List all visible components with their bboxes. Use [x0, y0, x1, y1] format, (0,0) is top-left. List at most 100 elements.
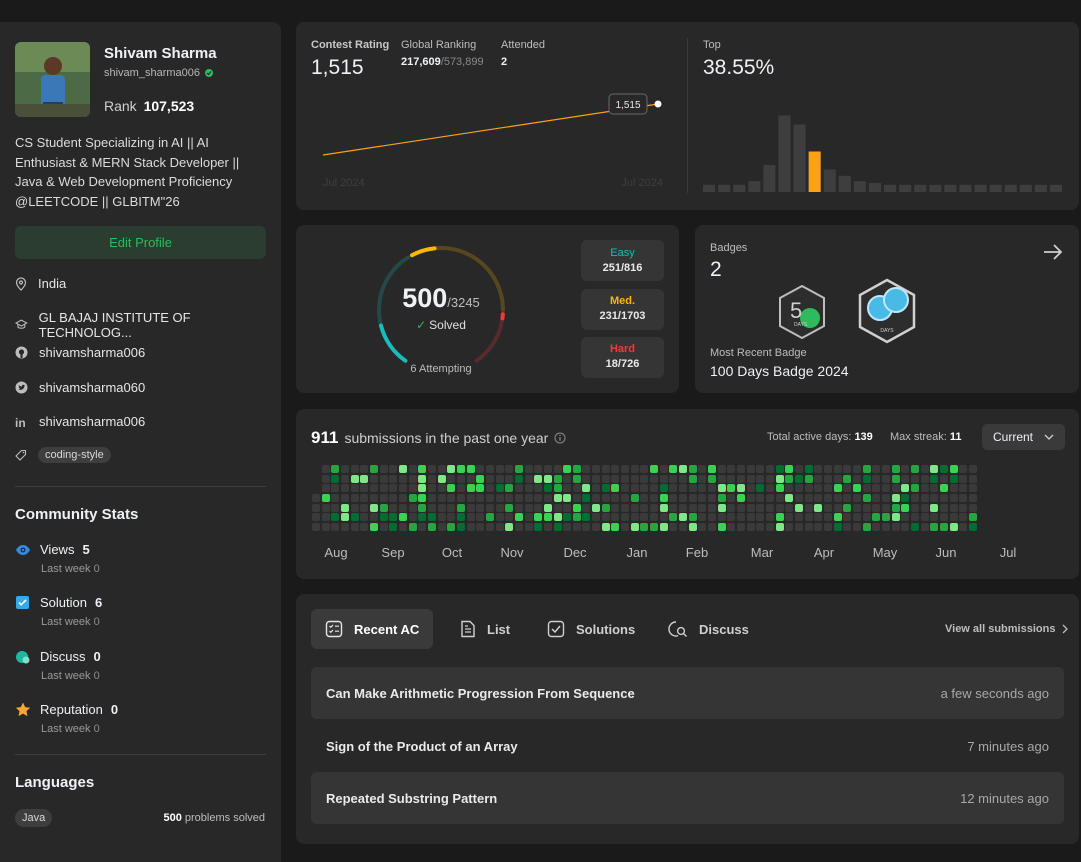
- heatmap-cell[interactable]: [747, 504, 755, 512]
- heatmap-cell[interactable]: [959, 513, 967, 521]
- heatmap-cell[interactable]: [370, 494, 378, 502]
- heatmap-cell[interactable]: [592, 494, 600, 502]
- heatmap-cell[interactable]: [582, 513, 590, 521]
- heatmap-cell[interactable]: [940, 504, 948, 512]
- heatmap-cell[interactable]: [631, 523, 639, 531]
- heatmap-cell[interactable]: [863, 494, 871, 502]
- heatmap-cell[interactable]: [679, 523, 687, 531]
- heatmap-cell[interactable]: [950, 523, 958, 531]
- heatmap-cell[interactable]: [901, 494, 909, 502]
- heatmap-cell[interactable]: [669, 475, 677, 483]
- histogram-bar[interactable]: [703, 185, 715, 192]
- heatmap-cell[interactable]: [708, 475, 716, 483]
- heatmap-cell[interactable]: [824, 484, 832, 492]
- heatmap-cell[interactable]: [505, 513, 513, 521]
- heatmap-cell[interactable]: [505, 475, 513, 483]
- heatmap-cell[interactable]: [727, 504, 735, 512]
- heatmap-cell[interactable]: [331, 475, 339, 483]
- heatmap-cell[interactable]: [834, 494, 842, 502]
- heatmap-cell[interactable]: [525, 475, 533, 483]
- heatmap-cell[interactable]: [592, 513, 600, 521]
- heatmap-cell[interactable]: [351, 475, 359, 483]
- heatmap-cell[interactable]: [476, 504, 484, 512]
- heatmap-cell[interactable]: [602, 504, 610, 512]
- heatmap-cell[interactable]: [331, 484, 339, 492]
- heatmap-cell[interactable]: [892, 475, 900, 483]
- heatmap-cell[interactable]: [776, 465, 784, 473]
- heatmap-cell[interactable]: [718, 484, 726, 492]
- heatmap-cell[interactable]: [843, 523, 851, 531]
- linkedin-text[interactable]: shivamsharma006: [39, 414, 145, 429]
- heatmap-cell[interactable]: [863, 504, 871, 512]
- heatmap-cell[interactable]: [669, 494, 677, 502]
- heatmap-cell[interactable]: [312, 513, 320, 521]
- heatmap-cell[interactable]: [389, 475, 397, 483]
- heatmap-cell[interactable]: [573, 484, 581, 492]
- heatmap-cell[interactable]: [573, 465, 581, 473]
- heatmap-cell[interactable]: [737, 504, 745, 512]
- heatmap-cell[interactable]: [505, 523, 513, 531]
- heatmap-cell[interactable]: [496, 513, 504, 521]
- heatmap-cell[interactable]: [544, 465, 552, 473]
- heatmap-cell[interactable]: [795, 504, 803, 512]
- heatmap-cell[interactable]: [496, 465, 504, 473]
- heatmap-cell[interactable]: [360, 475, 368, 483]
- heatmap-cell[interactable]: [418, 494, 426, 502]
- heatmap-cell[interactable]: [331, 523, 339, 531]
- heatmap-cell[interactable]: [399, 523, 407, 531]
- heatmap-cell[interactable]: [708, 494, 716, 502]
- heatmap-cell[interactable]: [351, 494, 359, 502]
- heatmap-cell[interactable]: [322, 484, 330, 492]
- heatmap-cell[interactable]: [911, 475, 919, 483]
- heatmap-cell[interactable]: [950, 465, 958, 473]
- heatmap-cell[interactable]: [843, 475, 851, 483]
- heatmap-cell[interactable]: [525, 465, 533, 473]
- heatmap-cell[interactable]: [370, 475, 378, 483]
- heatmap-cell[interactable]: [766, 494, 774, 502]
- heatmap-cell[interactable]: [428, 504, 436, 512]
- histogram-bar[interactable]: [899, 185, 911, 192]
- heatmap-cell[interactable]: [467, 475, 475, 483]
- heatmap-cell[interactable]: [863, 513, 871, 521]
- heatmap-cell[interactable]: [921, 513, 929, 521]
- heatmap-cell[interactable]: [573, 523, 581, 531]
- heatmap-cell[interactable]: [727, 475, 735, 483]
- histogram-bar[interactable]: [839, 176, 851, 192]
- heatmap-cell[interactable]: [650, 465, 658, 473]
- heatmap-cell[interactable]: [892, 513, 900, 521]
- heatmap-cell[interactable]: [399, 494, 407, 502]
- heatmap-cell[interactable]: [447, 484, 455, 492]
- heatmap-cell[interactable]: [698, 494, 706, 502]
- heatmap-cell[interactable]: [737, 465, 745, 473]
- heatmap-cell[interactable]: [718, 465, 726, 473]
- heatmap-cell[interactable]: [389, 504, 397, 512]
- heatmap-cell[interactable]: [776, 504, 784, 512]
- heatmap-cell[interactable]: [834, 513, 842, 521]
- heatmap-cell[interactable]: [544, 504, 552, 512]
- heatmap-cell[interactable]: [640, 523, 648, 531]
- heatmap-cell[interactable]: [950, 494, 958, 502]
- heatmap-cell[interactable]: [467, 513, 475, 521]
- heatmap-cell[interactable]: [399, 504, 407, 512]
- histogram-bar[interactable]: [944, 185, 956, 192]
- heatmap-cell[interactable]: [409, 523, 417, 531]
- heatmap-cell[interactable]: [476, 484, 484, 492]
- heatmap-cell[interactable]: [689, 504, 697, 512]
- heatmap-cell[interactable]: [573, 475, 581, 483]
- heatmap-cell[interactable]: [563, 513, 571, 521]
- heatmap-cell[interactable]: [698, 523, 706, 531]
- heatmap-cell[interactable]: [438, 523, 446, 531]
- heatmap-cell[interactable]: [428, 484, 436, 492]
- heatmap-cell[interactable]: [689, 513, 697, 521]
- heatmap-cell[interactable]: [380, 504, 388, 512]
- heatmap-cell[interactable]: [525, 494, 533, 502]
- heatmap-cell[interactable]: [785, 484, 793, 492]
- heatmap-cell[interactable]: [341, 475, 349, 483]
- heatmap-cell[interactable]: [814, 513, 822, 521]
- heatmap-cell[interactable]: [785, 504, 793, 512]
- heatmap-cell[interactable]: [785, 494, 793, 502]
- heatmap-cell[interactable]: [476, 465, 484, 473]
- heatmap-cell[interactable]: [554, 504, 562, 512]
- heatmap-cell[interactable]: [747, 513, 755, 521]
- heatmap-cell[interactable]: [776, 523, 784, 531]
